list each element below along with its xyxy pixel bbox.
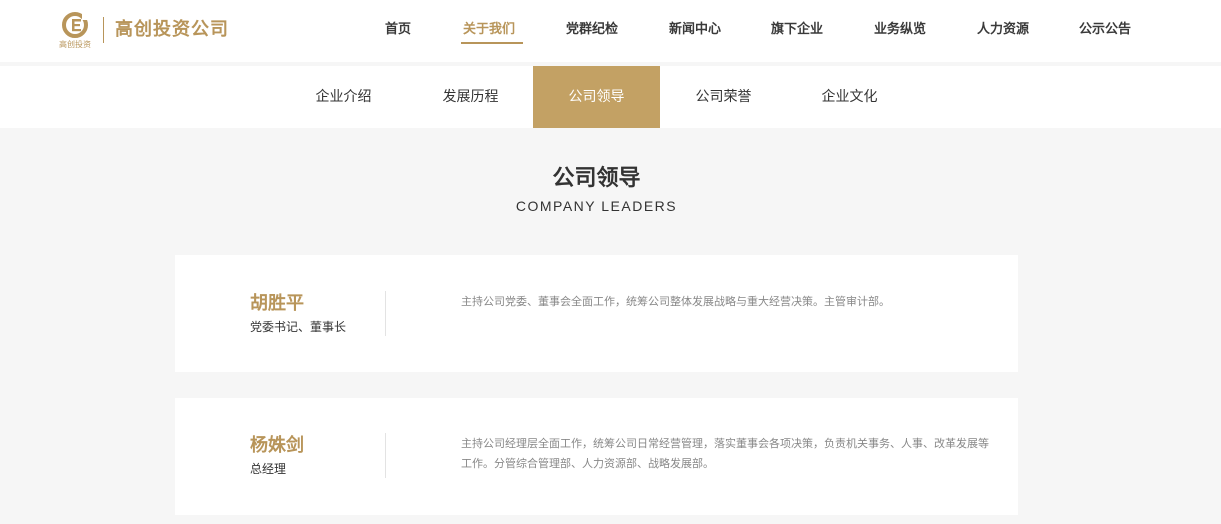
- nav-item-hr[interactable]: 人力资源: [977, 21, 1029, 39]
- tab-company-intro[interactable]: 企业介绍: [280, 66, 407, 128]
- leader-role: 总经理: [250, 462, 287, 476]
- nav-item-home[interactable]: 首页: [385, 21, 411, 39]
- logo-subtext: 高创投资: [59, 40, 91, 49]
- leader-name: 杨姝剑: [250, 435, 304, 456]
- site-header: 高创投资 高创投资公司 首页 关于我们 党群纪检 新闻中心 旗下企业 业务纵览 …: [0, 0, 1221, 62]
- tab-history[interactable]: 发展历程: [407, 66, 534, 128]
- nav-active-underline: [461, 42, 523, 44]
- nav-item-news[interactable]: 新闻中心: [669, 21, 721, 39]
- sub-nav: 企业介绍 发展历程 公司领导 公司荣誉 企业文化: [0, 66, 1221, 128]
- leader-description: 主持公司党委、董事会全面工作，统筹公司整体发展战略与重大经营决策。主管审计部。: [461, 295, 890, 308]
- nav-item-about[interactable]: 关于我们: [463, 21, 515, 39]
- logo[interactable]: 高创投资: [56, 11, 94, 51]
- brand-name[interactable]: 高创投资公司: [115, 18, 229, 42]
- nav-item-subsidiaries[interactable]: 旗下企业: [771, 21, 823, 39]
- leader-card: 杨姝剑 总经理 主持公司经理层全面工作，统筹公司日常经营管理，落实董事会各项决策…: [175, 398, 1018, 515]
- tab-culture[interactable]: 企业文化: [786, 66, 913, 128]
- page-subtitle: COMPANY LEADERS: [515, 198, 678, 214]
- nav-item-business[interactable]: 业务纵览: [874, 21, 926, 39]
- card-divider: [385, 291, 386, 336]
- nav-item-notices[interactable]: 公示公告: [1079, 21, 1131, 39]
- card-divider: [385, 433, 386, 478]
- logo-icon: [62, 12, 88, 38]
- leader-name: 胡胜平: [250, 293, 304, 314]
- logo-divider: [103, 17, 104, 43]
- leader-card: 胡胜平 党委书记、董事长 主持公司党委、董事会全面工作，统筹公司整体发展战略与重…: [175, 255, 1018, 372]
- page-title: 公司领导: [552, 166, 641, 191]
- tab-honors[interactable]: 公司荣誉: [660, 66, 787, 128]
- leader-role: 党委书记、董事长: [250, 320, 347, 334]
- leader-description: 主持公司经理层全面工作，统筹公司日常经营管理，落实董事会各项决策，负责机关事务、…: [461, 437, 989, 470]
- nav-item-party[interactable]: 党群纪检: [566, 21, 618, 39]
- tab-leaders[interactable]: 公司领导: [533, 66, 660, 128]
